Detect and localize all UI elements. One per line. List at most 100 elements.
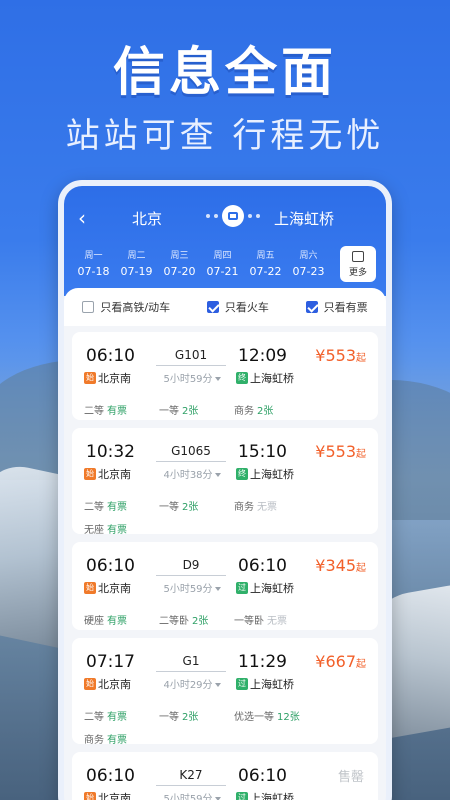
route-line bbox=[156, 365, 226, 366]
weekday-label: 周一 bbox=[84, 251, 103, 261]
seat-class: 二等卧 2张 bbox=[159, 616, 209, 627]
seat-status: 有票 bbox=[107, 616, 127, 627]
price: ¥553起 bbox=[315, 442, 366, 461]
price: ¥553起 bbox=[315, 346, 366, 365]
dot-icon bbox=[248, 214, 252, 218]
weekday-label: 周二 bbox=[127, 251, 146, 261]
seat-status: 12张 bbox=[277, 712, 300, 723]
checkbox[interactable] bbox=[305, 301, 318, 313]
arrival-time: 06:10 bbox=[238, 766, 287, 786]
swap-stations-button[interactable] bbox=[198, 204, 268, 228]
seat-class: 商务 2张 bbox=[234, 406, 274, 417]
seat-class: 二等 有票 bbox=[84, 712, 127, 723]
header-bar: ‹ 北京 上海虹桥 周一 07-18 周二 07-19 周三 07-20 周四 07-21 周五… bbox=[64, 186, 386, 296]
departure-station: 始北京南 bbox=[84, 676, 131, 692]
seat-class: 硬座 有票 bbox=[84, 616, 127, 627]
price-suffix: 起 bbox=[356, 659, 366, 670]
chevron-down-icon bbox=[214, 587, 221, 591]
seat-class: 一等 2张 bbox=[159, 712, 199, 723]
price-suffix: 起 bbox=[356, 353, 366, 364]
chevron-down-icon bbox=[214, 473, 221, 477]
duration[interactable]: 5小时59分 bbox=[152, 580, 232, 595]
train-number: G101 bbox=[174, 348, 208, 362]
departure-time: 06:10 bbox=[86, 556, 135, 576]
promo-headline: 信息全面 bbox=[112, 43, 337, 103]
train-card[interactable]: 06:10 D9 5小时59分 06:10 始北京南 过上海虹桥 ¥345起 硬座 有票 二等卧 2… bbox=[72, 542, 378, 630]
seat-availability: 二等 有票 一等 2张 商务 2张 bbox=[84, 402, 368, 417]
arrival-time: 11:29 bbox=[238, 652, 287, 672]
date-label: 07-21 bbox=[206, 265, 239, 278]
price: ¥667起 bbox=[315, 652, 366, 671]
weekday-label: 周四 bbox=[213, 251, 232, 261]
station-name: 上海虹桥 bbox=[250, 372, 294, 385]
date-tab[interactable]: 周五 07-22 bbox=[244, 248, 287, 278]
terminal-tag: 终 bbox=[236, 372, 248, 384]
date-tab[interactable]: 周二 07-19 bbox=[115, 248, 158, 278]
date-tab[interactable]: 周一 07-18 bbox=[72, 248, 115, 278]
checkbox[interactable] bbox=[206, 301, 219, 313]
duration[interactable]: 5小时59分 bbox=[152, 790, 232, 800]
arrival-time: 12:09 bbox=[238, 346, 287, 366]
more-label: 更多 bbox=[348, 268, 367, 278]
terminal-tag: 过 bbox=[236, 582, 248, 594]
station-name: 上海虹桥 bbox=[250, 792, 294, 800]
departure-time: 07:17 bbox=[86, 652, 135, 672]
dot-icon bbox=[206, 214, 210, 218]
dot-icon bbox=[256, 214, 260, 218]
weekday-label: 周五 bbox=[256, 251, 275, 261]
weekday-label: 周三 bbox=[170, 251, 189, 261]
train-card[interactable]: 10:32 G1065 4小时38分 15:10 始北京南 终上海虹桥 ¥553起 二等 有票 一… bbox=[72, 428, 378, 536]
station-name: 北京南 bbox=[98, 678, 131, 691]
filter-option[interactable]: 只看高铁/动车 bbox=[82, 299, 170, 315]
weekday-label: 周六 bbox=[299, 251, 318, 261]
price-suffix: 起 bbox=[356, 563, 366, 574]
train-list: 06:10 G101 5小时59分 12:09 始北京南终上海虹桥 ¥553起 二等 有票 一等… bbox=[64, 332, 386, 800]
duration[interactable]: 4小时38分 bbox=[152, 466, 232, 481]
price-suffix: 起 bbox=[356, 449, 366, 460]
date-label: 07-19 bbox=[120, 265, 153, 278]
date-tab[interactable]: 周六 07-23 bbox=[287, 248, 330, 278]
duration[interactable]: 4小时29分 bbox=[152, 676, 232, 691]
date-label: 07-20 bbox=[163, 265, 196, 278]
arrival-station: 过上海虹桥 bbox=[236, 790, 294, 800]
filter-option[interactable]: 只看火车 bbox=[206, 299, 269, 315]
route-line bbox=[156, 575, 226, 576]
train-card[interactable]: 06:10 G101 5小时59分 12:09 始北京南 终上海虹桥 ¥553起 二等 有票 一等… bbox=[72, 332, 378, 420]
promo-subline: 站站可查 行程无忧 bbox=[65, 116, 385, 156]
origin-tag: 始 bbox=[84, 582, 96, 594]
seat-class: 一等 2张 bbox=[159, 406, 199, 417]
date-tab[interactable]: 周四 07-21 bbox=[201, 248, 244, 278]
arrival-time: 15:10 bbox=[238, 442, 287, 462]
route-line bbox=[156, 785, 226, 786]
seat-class: 商务 无票 bbox=[234, 502, 277, 513]
from-station[interactable]: 北京 bbox=[132, 208, 162, 229]
train-card[interactable]: 07:17 G1 4小时29分 11:29 始北京南 过上海虹桥 ¥667起 二等 有票 一等 2张… bbox=[72, 638, 378, 746]
date-tab[interactable]: 周三 07-20 bbox=[158, 248, 201, 278]
price: ¥345起 bbox=[315, 556, 366, 575]
back-icon[interactable]: ‹ bbox=[78, 206, 86, 230]
seat-class: 无座 有票 bbox=[84, 525, 127, 536]
seat-class: 优选一等 12张 bbox=[234, 712, 300, 723]
station-name: 上海虹桥 bbox=[250, 468, 294, 481]
train-number: K27 bbox=[179, 768, 203, 782]
seat-class: 商务 有票 bbox=[84, 735, 127, 746]
arrival-time: 06:10 bbox=[238, 556, 287, 576]
filter-option[interactable]: 只看有票 bbox=[305, 299, 368, 315]
seat-status: 2张 bbox=[182, 712, 199, 723]
arrival-station: 过上海虹桥 bbox=[236, 580, 294, 596]
checkbox[interactable] bbox=[82, 301, 95, 313]
arrival-station: 终上海虹桥 bbox=[236, 370, 294, 386]
seat-status: 有票 bbox=[107, 502, 127, 513]
date-label: 07-23 bbox=[292, 265, 325, 278]
duration[interactable]: 5小时59分 bbox=[152, 370, 232, 385]
departure-station: 始北京南 bbox=[84, 370, 131, 386]
departure-station: 始北京南 bbox=[84, 580, 131, 596]
date-label: 07-18 bbox=[77, 265, 110, 278]
more-dates-button[interactable]: 更多 bbox=[340, 246, 376, 282]
departure-station: 始北京南 bbox=[84, 466, 131, 482]
departure-time: 10:32 bbox=[86, 442, 135, 462]
seat-status: 有票 bbox=[107, 525, 127, 536]
train-card[interactable]: 06:10 K27 5小时59分 06:10 始北京南 过上海虹桥 售罄 bbox=[72, 752, 378, 800]
to-station[interactable]: 上海虹桥 bbox=[274, 208, 334, 229]
origin-tag: 始 bbox=[84, 678, 96, 690]
